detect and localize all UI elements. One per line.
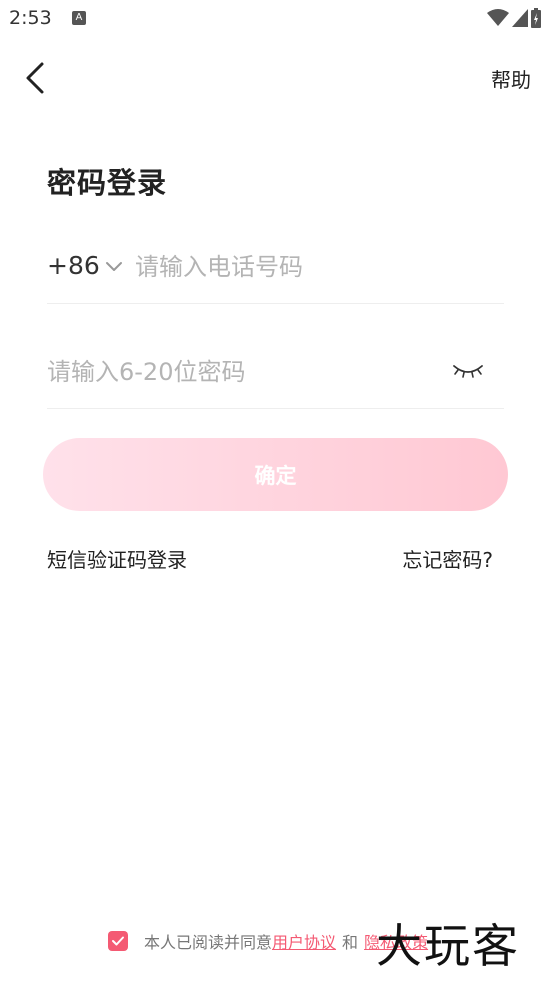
password-row bbox=[47, 340, 504, 409]
status-time: 2:53 bbox=[9, 7, 52, 29]
forgot-password-link[interactable]: 忘记密码? bbox=[402, 544, 493, 573]
agreement-checkbox[interactable] bbox=[108, 931, 128, 951]
top-bar: 帮助 bbox=[0, 52, 551, 104]
phone-input[interactable] bbox=[135, 249, 495, 285]
agreement-prefix: 本人已阅读并同意 bbox=[144, 933, 273, 952]
user-agreement-link[interactable]: 用户协议 bbox=[272, 929, 336, 953]
watermark-logo: 大玩客 bbox=[376, 919, 520, 973]
page-title: 密码登录 bbox=[47, 166, 168, 200]
phone-row: +86 bbox=[47, 235, 504, 304]
back-button[interactable] bbox=[18, 58, 54, 98]
battery-icon bbox=[531, 8, 541, 28]
chevron-left-icon bbox=[26, 62, 44, 94]
agreement-and: 和 bbox=[342, 933, 359, 952]
eye-closed-icon[interactable] bbox=[452, 360, 484, 380]
status-bar: 2:53 A bbox=[0, 0, 551, 36]
sms-login-link[interactable]: 短信验证码登录 bbox=[47, 544, 187, 573]
password-input[interactable] bbox=[47, 354, 427, 390]
wifi-icon bbox=[487, 9, 509, 26]
chevron-down-icon[interactable] bbox=[105, 261, 123, 273]
country-code-selector[interactable]: +86 bbox=[47, 251, 100, 280]
help-link[interactable]: 帮助 bbox=[491, 64, 531, 93]
notification-icon: A bbox=[72, 11, 86, 25]
confirm-button[interactable]: 确定 bbox=[43, 438, 508, 511]
status-indicators bbox=[487, 7, 541, 29]
signal-icon bbox=[512, 9, 528, 27]
checkmark-icon bbox=[112, 936, 124, 946]
